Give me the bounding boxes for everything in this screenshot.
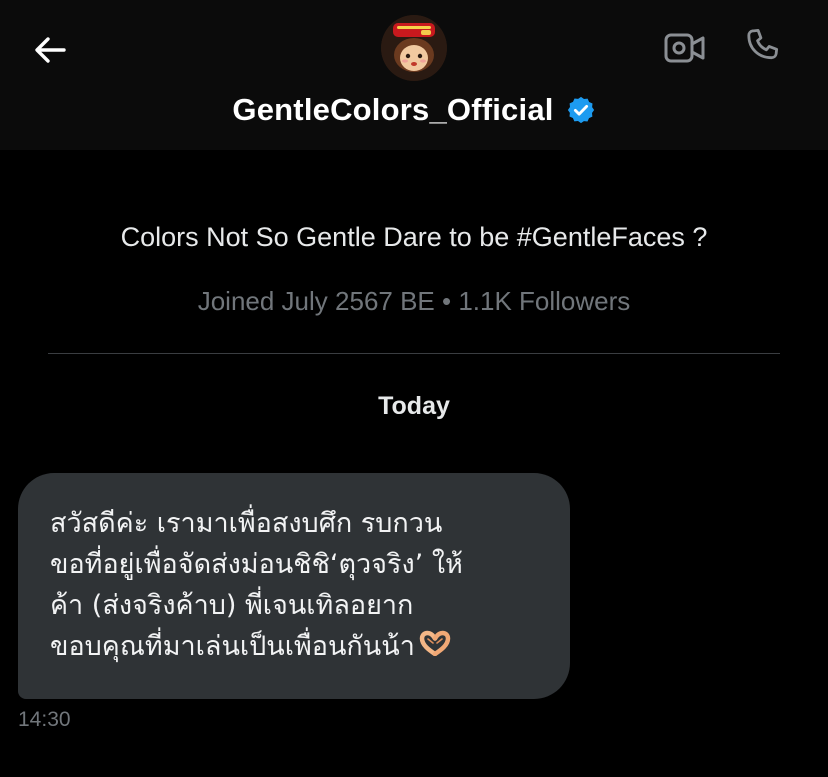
message-line: ค้า (ส่งจริงค้าบ) พี่เจนเทิลอยาก (50, 590, 414, 621)
avatar-image (381, 15, 447, 81)
message-line: ขอบคุณที่มาเล่นเป็นเพื่อนกันน้า (50, 631, 415, 662)
heart-hands-emoji-icon (419, 627, 451, 668)
message-bubble[interactable]: สวัสดีค่ะ เรามาเพื่อสงบศึก รบกวน ขอที่อย… (18, 473, 570, 699)
username-row[interactable]: GentleColors_Official (0, 92, 828, 128)
phone-call-icon (747, 28, 779, 60)
video-call-icon (664, 33, 705, 63)
profile-meta: Joined July 2567 BE • 1.1K Followers (197, 286, 631, 316)
username: GentleColors_Official (232, 92, 554, 127)
profile-bio: Colors Not So Gentle Dare to be #GentleF… (120, 222, 708, 252)
avatar[interactable] (381, 15, 447, 81)
verified-badge-icon (566, 95, 596, 125)
phone-call-button[interactable] (740, 24, 786, 70)
message-line: ขอที่อยู่เพื่อจัดส่งม่อนชิชิ‘ตุวจริง’ ให… (50, 549, 463, 580)
message-line: สวัสดีค่ะ เรามาเพื่อสงบศึก รบกวน (50, 508, 443, 539)
back-arrow-icon (35, 37, 66, 63)
message-timestamp: 14:30 (18, 708, 71, 731)
divider (48, 353, 780, 354)
back-button[interactable] (28, 28, 72, 72)
conversation-header: GentleColors_Official (0, 0, 828, 150)
video-call-button[interactable] (662, 28, 708, 68)
day-separator: Today (378, 392, 450, 420)
